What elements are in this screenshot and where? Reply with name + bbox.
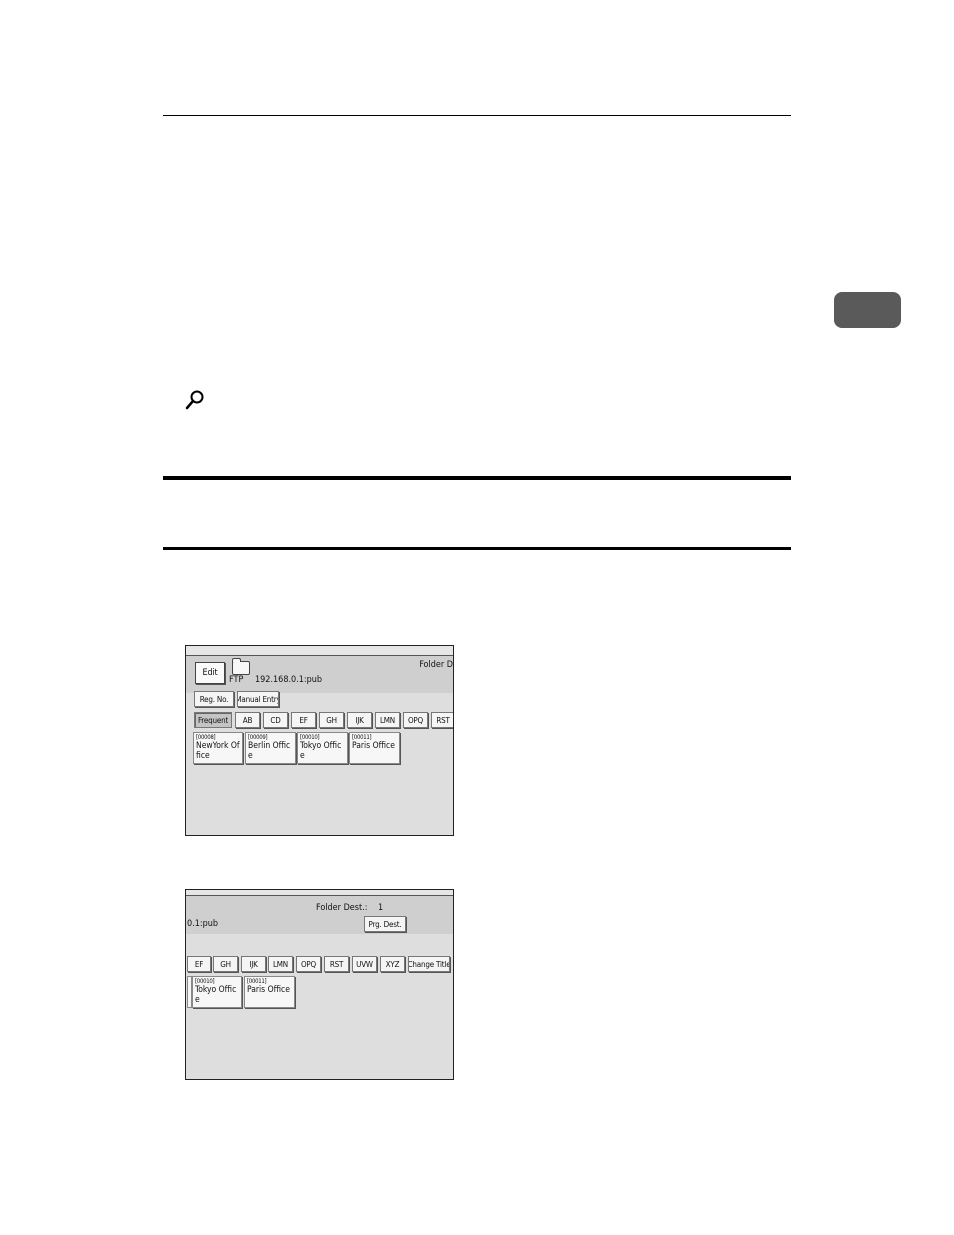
destination-code: [00009] [248,734,268,741]
destination-name: Paris Office [352,741,395,751]
destination-path: 0.1:pub [187,919,219,929]
protocol-label: FTP [229,675,244,685]
destination-name: Berlin Office [248,741,291,761]
destination-name: Paris Office [247,985,290,995]
address-band [186,896,453,934]
tab-ab[interactable]: AB [235,712,260,728]
tab-opq[interactable]: OPQ [296,956,321,972]
destination-button[interactable]: [00009] Berlin Office [245,732,296,764]
tab-ef[interactable]: EF [187,956,211,972]
folder-dest-header: Folder D [419,660,453,670]
magnifier-icon [185,390,204,410]
destination-code: [00011] [247,978,267,985]
folder-dest-label: Folder Dest.: [316,903,368,913]
tab-ijk[interactable]: IJK [241,956,266,972]
destination-path: 192.168.0.1:pub [255,675,323,685]
tab-gh[interactable]: GH [213,956,238,972]
edit-button[interactable]: Edit [195,662,225,684]
destination-code: [00011] [352,734,372,741]
header-rule [163,115,791,116]
tab-lmn[interactable]: LMN [375,712,400,728]
tab-xyz[interactable]: XYZ [380,956,405,972]
tab-uvw[interactable]: UVW [352,956,377,972]
tab-lmn[interactable]: LMN [268,956,293,972]
reg-no-button[interactable]: Reg. No. [194,691,234,707]
destination-name: NewYork Office [196,741,240,761]
destination-name: Tokyo Office [300,741,342,761]
destination-code: [00008] [196,734,216,741]
destination-button[interactable]: [00011] Paris Office [244,976,295,1008]
destination-button[interactable]: [00011] Paris Office [349,732,400,764]
destination-code: [00010] [300,734,320,741]
folder-icon [232,658,250,675]
destination-button[interactable]: [00010] Tokyo Office [297,732,348,764]
destination-button[interactable]: [00008] NewYork Office [193,732,243,764]
tab-cd[interactable]: CD [263,712,288,728]
tab-ef[interactable]: EF [291,712,316,728]
tab-rst[interactable]: RST [324,956,349,972]
destination-code: [00010] [195,978,215,985]
section-rule-bottom [163,547,791,550]
scan-screen-1: Folder D Edit FTP 192.168.0.1:pub Reg. N… [185,645,454,836]
tab-ijk[interactable]: IJK [347,712,372,728]
change-title-button[interactable]: Change Title [408,956,450,972]
tab-opq[interactable]: OPQ [403,712,428,728]
section-rule-top [163,476,791,480]
manual-entry-button[interactable]: Manual Entry [237,691,279,707]
tab-rst[interactable]: RST [431,712,453,728]
folder-dest-count: 1 [378,903,384,913]
destination-button[interactable]: [00010] Tokyo Office [192,976,242,1008]
chapter-tab [834,292,901,328]
tab-gh[interactable]: GH [319,712,344,728]
scan-screen-2: Folder Dest.: 1 0.1:pub Prg. Dest. EF GH… [185,889,454,1080]
tab-frequent[interactable]: Frequent [194,712,232,728]
prg-dest-button[interactable]: Prg. Dest. [364,916,406,932]
destination-name: Tokyo Office [195,985,237,1005]
